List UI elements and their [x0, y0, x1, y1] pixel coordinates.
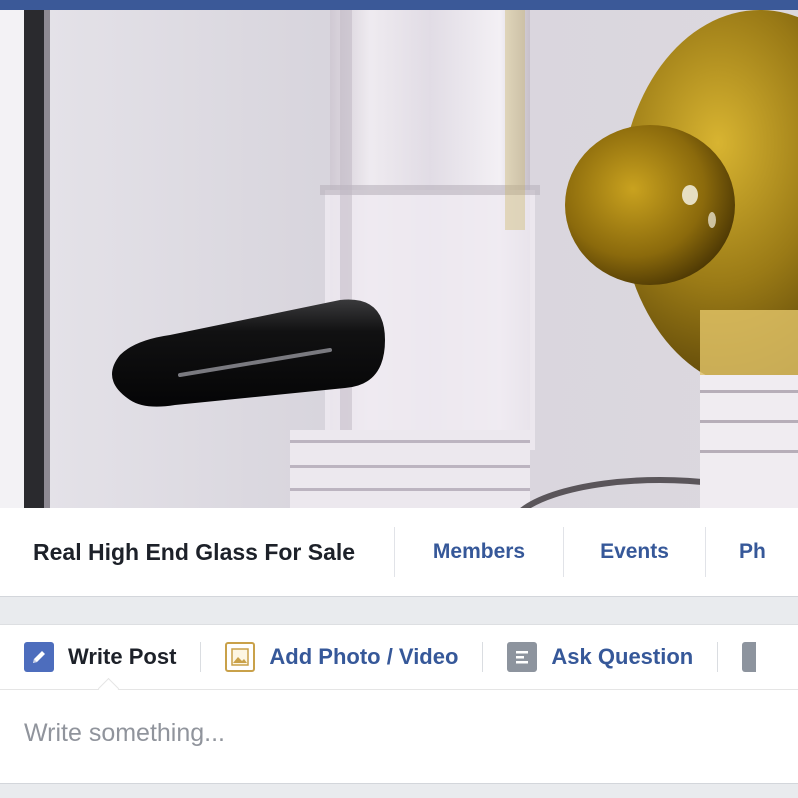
top-blue-bar [0, 0, 798, 10]
more-icon [742, 642, 757, 672]
composer-actions: Write Post Add Photo / Video Ask Questio… [0, 625, 798, 689]
cover-photo-image [0, 10, 798, 508]
group-nav-bar: Real High End Glass For Sale Members Eve… [0, 508, 798, 597]
ask-question-button[interactable]: Ask Question [507, 642, 693, 672]
write-something-input[interactable] [24, 713, 764, 753]
photo-icon [225, 642, 256, 672]
action-divider [717, 642, 719, 672]
tab-members[interactable]: Members [395, 540, 563, 564]
ask-question-label: Ask Question [551, 644, 694, 669]
group-name[interactable]: Real High End Glass For Sale [0, 539, 394, 566]
write-post-button[interactable]: Write Post [24, 642, 176, 672]
post-composer: Write Post Add Photo / Video Ask Questio… [0, 624, 798, 784]
write-post-label: Write Post [68, 644, 177, 669]
tab-photos[interactable]: Ph [706, 540, 766, 564]
cover-photo [0, 10, 798, 508]
add-photo-video-label: Add Photo / Video [269, 644, 459, 669]
question-list-icon [507, 642, 538, 672]
tab-events[interactable]: Events [564, 540, 705, 564]
add-photo-video-button[interactable]: Add Photo / Video [225, 642, 458, 672]
more-action-button[interactable] [742, 642, 770, 672]
action-divider [200, 642, 202, 672]
composer-divider [0, 689, 798, 690]
action-divider [482, 642, 484, 672]
pencil-icon [24, 642, 54, 672]
